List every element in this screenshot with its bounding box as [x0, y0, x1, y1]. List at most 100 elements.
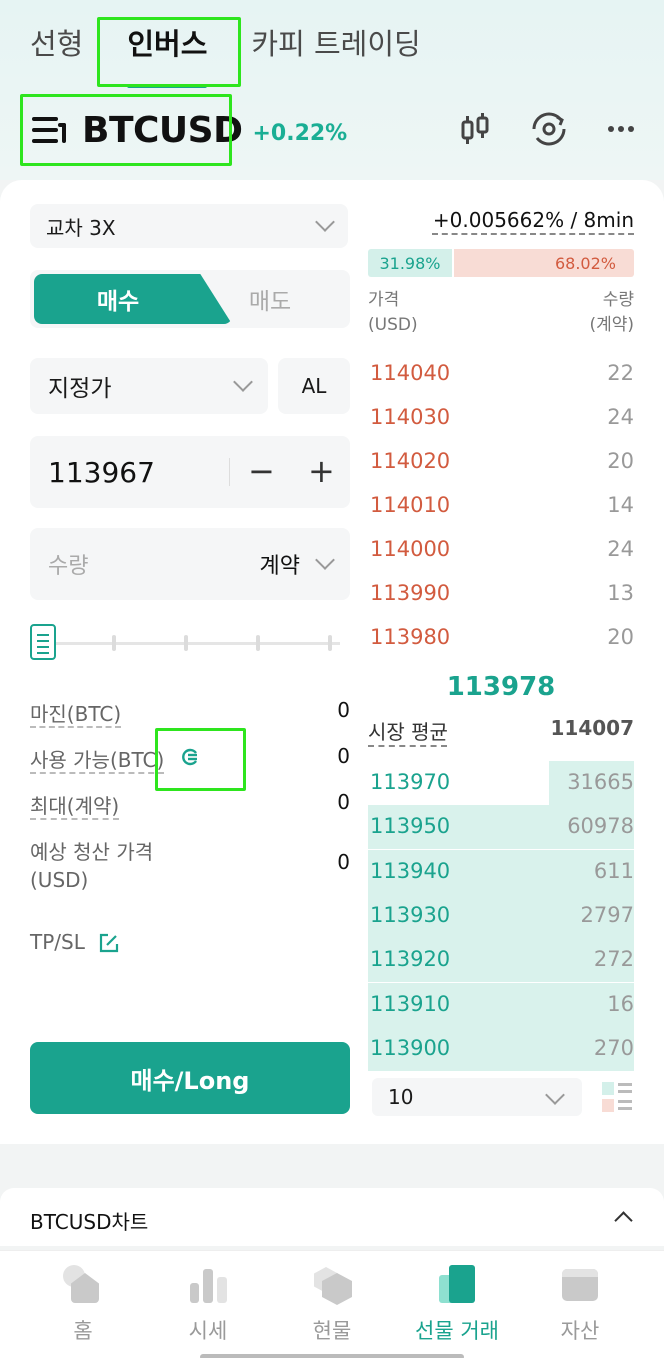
nav-market[interactable]: 시세: [153, 1265, 263, 1345]
ask-row[interactable]: 114020 20: [368, 440, 634, 484]
bid-qty: 611: [593, 858, 634, 883]
max-value: 0: [337, 790, 350, 814]
futures-icon: [437, 1265, 477, 1305]
buy-long-button[interactable]: 매수/Long: [30, 1042, 350, 1114]
bid-price: 113970: [370, 770, 451, 794]
chevron-up-icon: [614, 1211, 633, 1230]
order-type-select[interactable]: 지정가: [30, 358, 268, 414]
bid-price: 113950: [370, 814, 451, 839]
nav-spot[interactable]: 현물: [277, 1265, 387, 1345]
sell-side-button[interactable]: 매도: [190, 270, 350, 328]
more-icon[interactable]: [608, 125, 634, 133]
symbol-selector[interactable]: BTCUSD +0.22%: [30, 104, 347, 156]
tab-copy-trading[interactable]: 카피 트레이딩: [251, 24, 420, 78]
edit-icon[interactable]: [98, 932, 120, 954]
quantity-unit[interactable]: 계약: [259, 548, 335, 580]
price-input[interactable]: 113967: [30, 436, 350, 508]
chevron-down-icon: [315, 550, 335, 570]
symbol-name: BTCUSD: [82, 109, 243, 151]
transfer-icon[interactable]: [180, 747, 200, 767]
nav-futures[interactable]: 선물 거래: [401, 1265, 513, 1345]
bid-price: 113910: [370, 991, 451, 1016]
slider-handle[interactable]: [30, 624, 56, 660]
candlestick-icon[interactable]: [460, 112, 490, 146]
bid-row[interactable]: 113900 270: [368, 1026, 634, 1071]
margin-mode-select[interactable]: 교차 3X: [30, 204, 348, 248]
qty-header-col: 수량 (계약): [589, 288, 634, 338]
max-row: 최대(계약) 0: [30, 790, 350, 819]
top-tabs: 선형 인버스 카피 트레이딩: [30, 24, 421, 88]
liq-value: 0: [337, 850, 350, 874]
nav-market-label: 시세: [188, 1319, 228, 1343]
bid-row[interactable]: 113930 2797: [368, 893, 634, 938]
chart-section-header[interactable]: BTCUSD차트: [0, 1188, 664, 1246]
price-increment-button[interactable]: +: [308, 452, 335, 490]
available-row: 사용 가능(BTC) 0: [30, 744, 350, 773]
margin-row: 마진(BTC) 0: [30, 698, 350, 727]
home-indicator: [200, 1354, 464, 1358]
bid-row[interactable]: 113910 16: [368, 982, 634, 1027]
nav-assets[interactable]: 자산: [525, 1265, 635, 1345]
al-button[interactable]: AL: [278, 358, 350, 414]
chart-title: BTCUSD차트: [30, 1210, 149, 1234]
qty-header: 수량: [602, 290, 634, 310]
tab-inverse[interactable]: 인버스: [127, 24, 208, 88]
bid-row[interactable]: 113920 272: [368, 938, 634, 983]
chevron-down-icon: [545, 1085, 565, 1105]
slider-tick: [328, 635, 332, 651]
nav-home[interactable]: 홈: [28, 1265, 138, 1345]
quantity-slider[interactable]: [30, 624, 340, 664]
ask-row[interactable]: 114040 22: [368, 352, 634, 396]
bid-qty: 31665: [567, 770, 634, 794]
liq-unit: (USD): [30, 868, 89, 892]
bid-qty: 16: [607, 991, 634, 1016]
header-icons: [460, 112, 634, 146]
bid-row[interactable]: 113950 60978: [368, 805, 634, 850]
depth-select[interactable]: 10: [372, 1078, 582, 1116]
nav-assets-label: 자산: [560, 1319, 600, 1343]
buy-sell-ratio: 31.98% 68.02%: [368, 249, 634, 277]
symbol-change: +0.22%: [252, 120, 348, 146]
ask-price: 114020: [370, 449, 451, 473]
ask-price: 113980: [370, 625, 451, 649]
ask-qty: 22: [607, 361, 634, 385]
funding-rate[interactable]: +0.005662% / 8min: [433, 208, 634, 232]
slider-tick: [112, 635, 116, 651]
side-toggle: 매수 매도: [30, 270, 350, 328]
ask-row[interactable]: 114030 24: [368, 396, 634, 440]
tpsl-row[interactable]: TP/SL: [30, 930, 350, 954]
bid-qty: 270: [593, 1035, 634, 1060]
orderbook-header: 가격 (USD) 수량 (계약): [368, 288, 634, 338]
chevron-down-icon: [233, 372, 253, 392]
bid-row[interactable]: 113970 31665: [368, 761, 634, 805]
price-decrement-button[interactable]: −: [248, 452, 275, 490]
slider-tick: [184, 635, 188, 651]
tab-linear[interactable]: 선형: [30, 24, 83, 78]
spot-icon: [312, 1265, 352, 1305]
ask-price: 114040: [370, 361, 451, 385]
order-type-label: 지정가: [48, 376, 112, 402]
nav-futures-label: 선물 거래: [415, 1319, 499, 1343]
buy-ratio: 31.98%: [368, 249, 452, 277]
quantity-input[interactable]: 수량 계약: [30, 528, 350, 600]
watch-icon[interactable]: [530, 112, 568, 146]
ask-qty: 24: [607, 537, 634, 561]
bid-price: 113930: [370, 902, 451, 927]
ask-row[interactable]: 113980 20: [368, 616, 634, 660]
ask-row[interactable]: 114010 14: [368, 484, 634, 528]
quantity-unit-label: 계약: [259, 554, 300, 579]
bid-row[interactable]: 113940 611: [368, 849, 634, 894]
mark-value: 114007: [550, 716, 635, 740]
ask-row[interactable]: 114000 24: [368, 528, 634, 572]
orderbook-view-icon[interactable]: [600, 1080, 634, 1114]
market-icon: [188, 1265, 228, 1305]
ask-qty: 20: [607, 449, 634, 473]
menu-icon: [30, 115, 72, 145]
ask-row[interactable]: 113990 13: [368, 572, 634, 616]
bid-qty: 60978: [567, 814, 634, 839]
wallet-icon: [560, 1265, 600, 1305]
bid-qty: 2797: [580, 902, 634, 927]
liq-row: 예상 청산 가격 (USD) 0: [30, 838, 350, 894]
last-price: 113978: [446, 672, 556, 702]
margin-value: 0: [337, 698, 350, 722]
